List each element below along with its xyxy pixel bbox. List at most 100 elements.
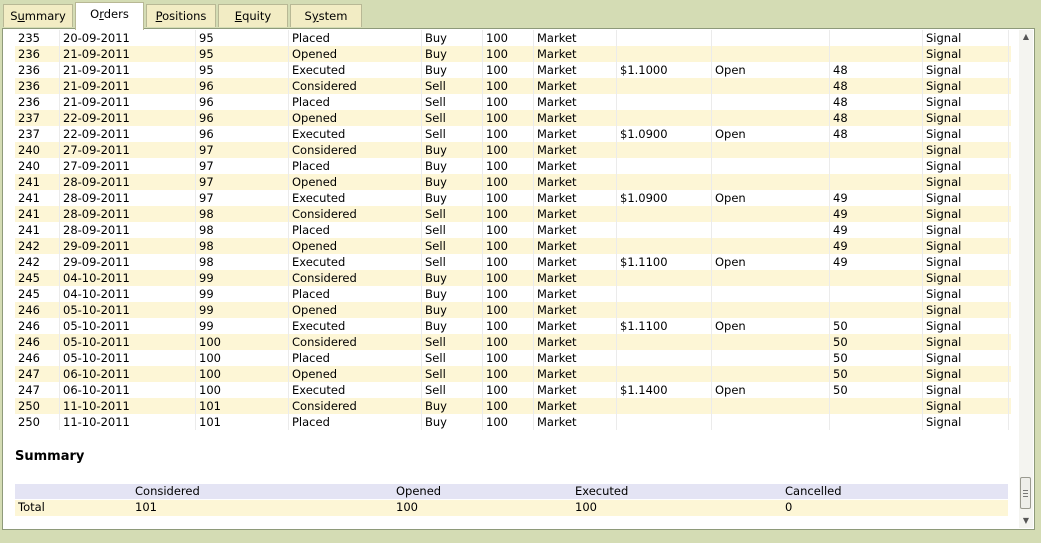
column-divider xyxy=(711,238,712,254)
tab-equity[interactable]: Equity xyxy=(218,4,288,27)
table-row[interactable]: 240 27-09-2011 97 Considered Buy 100 Market Sig… xyxy=(15,142,1011,158)
cell-date: 04-10-2011 xyxy=(63,287,130,301)
vertical-scrollbar[interactable]: ▲ ▼ xyxy=(1019,30,1033,528)
column-divider xyxy=(616,30,617,46)
tab-label-part: S xyxy=(10,9,18,23)
cell-side: Buy xyxy=(425,319,447,333)
cell-date: 05-10-2011 xyxy=(63,335,130,349)
arrow-up-icon[interactable]: ▲ xyxy=(1019,30,1033,44)
table-row[interactable]: 241 28-09-2011 98 Placed Sell 100 Market 49 Sign… xyxy=(15,222,1011,238)
tab-positions[interactable]: Positions xyxy=(146,4,216,27)
column-divider xyxy=(288,62,289,78)
cell-bar: 241 xyxy=(18,175,40,189)
arrow-down-icon[interactable]: ▼ xyxy=(1019,514,1033,528)
table-row[interactable]: 242 29-09-2011 98 Opened Sell 100 Market 49 Sign… xyxy=(15,238,1011,254)
table-row[interactable]: 237 22-09-2011 96 Opened Sell 100 Market 48 Sign… xyxy=(15,110,1011,126)
cell-state: Open xyxy=(715,191,746,205)
column-divider xyxy=(829,190,830,206)
column-divider xyxy=(711,318,712,334)
table-row[interactable]: 236 21-09-2011 96 Considered Sell 100 Market 48… xyxy=(15,78,1011,94)
column-divider xyxy=(616,142,617,158)
cell-source: Signal xyxy=(926,31,962,45)
column-divider xyxy=(288,382,289,398)
cell-date: 05-10-2011 xyxy=(63,303,130,317)
table-row[interactable]: 236 21-09-2011 96 Placed Sell 100 Market 48 Sign… xyxy=(15,94,1011,110)
table-row[interactable]: 245 04-10-2011 99 Placed Buy 100 Market Signal xyxy=(15,286,1011,302)
column-divider xyxy=(829,78,830,94)
table-row[interactable]: 247 06-10-2011 100 Opened Sell 100 Market 50 Sig… xyxy=(15,366,1011,382)
column-divider xyxy=(195,46,196,62)
column-divider xyxy=(922,46,923,62)
cell-state: Open xyxy=(715,63,746,77)
summary-header-opened: Opened xyxy=(396,484,442,498)
table-row[interactable]: 240 27-09-2011 97 Placed Buy 100 Market Signal xyxy=(15,158,1011,174)
table-row[interactable]: 242 29-09-2011 98 Executed Sell 100 Market $1.1… xyxy=(15,254,1011,270)
cell-side: Buy xyxy=(425,271,447,285)
column-divider xyxy=(421,174,422,190)
scrollbar-thumb[interactable] xyxy=(1020,477,1031,509)
column-divider xyxy=(288,30,289,46)
cell-qty: 100 xyxy=(486,287,508,301)
cell-type: Market xyxy=(537,143,577,157)
table-row[interactable]: 241 28-09-2011 98 Considered Sell 100 Market 49… xyxy=(15,206,1011,222)
table-row[interactable]: 241 28-09-2011 97 Opened Buy 100 Market Signal xyxy=(15,174,1011,190)
cell-trade: 99 xyxy=(199,303,214,317)
cell-side: Buy xyxy=(425,191,447,205)
column-divider xyxy=(922,78,923,94)
column-divider xyxy=(1008,270,1009,286)
tab-orders[interactable]: Orders xyxy=(75,2,144,30)
table-row[interactable]: 246 05-10-2011 99 Opened Buy 100 Market Signal xyxy=(15,302,1011,318)
cell-position: 48 xyxy=(833,127,848,141)
cell-date: 22-09-2011 xyxy=(63,127,130,141)
cell-status: Opened xyxy=(292,367,338,381)
cell-side: Sell xyxy=(425,95,446,109)
cell-type: Market xyxy=(537,335,577,349)
table-row[interactable]: 245 04-10-2011 99 Considered Buy 100 Market Sig… xyxy=(15,270,1011,286)
column-divider xyxy=(421,126,422,142)
table-row[interactable]: 236 21-09-2011 95 Executed Buy 100 Market $1.10… xyxy=(15,62,1011,78)
column-divider xyxy=(829,62,830,78)
table-row[interactable]: 246 05-10-2011 100 Considered Sell 100 Market 5… xyxy=(15,334,1011,350)
column-divider xyxy=(195,302,196,318)
table-row[interactable]: 246 05-10-2011 100 Placed Sell 100 Market 50 Sig… xyxy=(15,350,1011,366)
column-divider xyxy=(195,382,196,398)
table-row[interactable]: 236 21-09-2011 95 Opened Buy 100 Market Signal xyxy=(15,46,1011,62)
table-row[interactable]: 250 11-10-2011 101 Considered Buy 100 Market Si… xyxy=(15,398,1011,414)
cell-date: 11-10-2011 xyxy=(63,415,130,429)
column-divider xyxy=(482,318,483,334)
column-divider xyxy=(533,126,534,142)
tab-summary[interactable]: Summary xyxy=(3,4,73,27)
cell-qty: 100 xyxy=(486,399,508,413)
column-divider xyxy=(922,158,923,174)
column-divider xyxy=(288,190,289,206)
column-divider xyxy=(711,142,712,158)
tab-label-part: mmary xyxy=(24,9,66,23)
cell-bar: 236 xyxy=(18,79,40,93)
column-divider xyxy=(711,206,712,222)
cell-trade: 98 xyxy=(199,255,214,269)
column-divider xyxy=(288,110,289,126)
table-row[interactable]: 247 06-10-2011 100 Executed Sell 100 Market $1.… xyxy=(15,382,1011,398)
cell-bar: 236 xyxy=(18,95,40,109)
column-divider xyxy=(711,334,712,350)
column-divider xyxy=(1008,302,1009,318)
column-divider xyxy=(922,142,923,158)
table-row[interactable]: 241 28-09-2011 97 Executed Buy 100 Market $1.09… xyxy=(15,190,1011,206)
table-row[interactable]: 237 22-09-2011 96 Executed Sell 100 Market $1.0… xyxy=(15,126,1011,142)
tab-system[interactable]: System xyxy=(290,4,362,27)
table-row[interactable]: 246 05-10-2011 99 Executed Buy 100 Market $1.11… xyxy=(15,318,1011,334)
table-row[interactable]: 250 11-10-2011 101 Placed Buy 100 Market Signal xyxy=(15,414,1011,430)
column-divider xyxy=(829,46,830,62)
column-divider xyxy=(288,78,289,94)
cell-bar: 236 xyxy=(18,47,40,61)
column-divider xyxy=(533,174,534,190)
column-divider xyxy=(829,222,830,238)
column-divider xyxy=(1008,158,1009,174)
cell-state: Open xyxy=(715,383,746,397)
column-divider xyxy=(533,334,534,350)
column-divider xyxy=(482,174,483,190)
table-row[interactable]: 235 20-09-2011 95 Placed Buy 100 Market Signal xyxy=(15,30,1011,46)
status-strip xyxy=(0,532,1041,543)
cell-state: Open xyxy=(715,319,746,333)
column-divider xyxy=(288,366,289,382)
